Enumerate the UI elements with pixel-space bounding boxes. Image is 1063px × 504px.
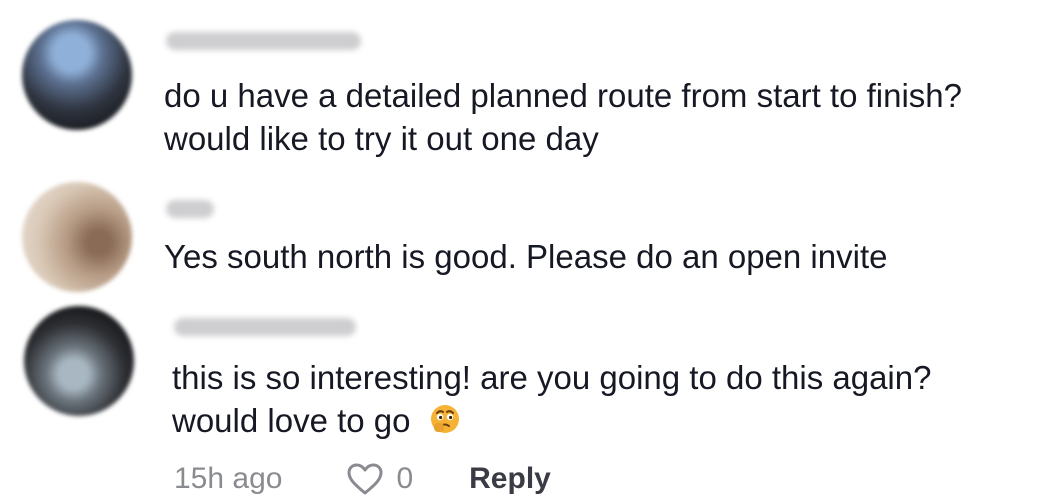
comment-text-line: Yes south north is good. Please do an op… (164, 238, 888, 275)
reply-button[interactable]: Reply (469, 462, 551, 496)
username[interactable] (166, 200, 214, 218)
avatar[interactable] (24, 306, 134, 416)
comment-text-line: do u have a detailed planned route from … (164, 77, 963, 114)
thinking-face-icon (428, 402, 462, 436)
avatar[interactable] (22, 182, 132, 292)
comment-text-line: would love to go (172, 399, 462, 443)
username[interactable] (166, 32, 361, 50)
username[interactable] (174, 318, 356, 336)
avatar[interactable] (22, 20, 132, 130)
comment-time: 15h ago (174, 462, 283, 495)
comment-text: would love to go (172, 402, 411, 439)
comment-meta: 15h ago 0 Reply (174, 459, 551, 499)
heart-outline-icon[interactable] (346, 462, 384, 496)
like-button[interactable]: 0 (346, 462, 413, 496)
comment-text-line: this is so interesting! are you going to… (172, 359, 932, 396)
like-count: 0 (396, 462, 414, 495)
comment-text-line: would like to try it out one day (164, 120, 599, 157)
